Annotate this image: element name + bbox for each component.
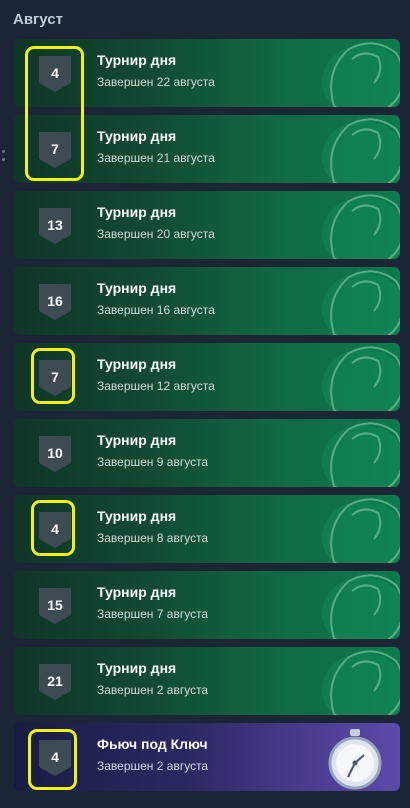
tournament-title: Турнир дня	[97, 356, 177, 372]
highlight-box	[31, 348, 75, 404]
place-number: 10	[47, 444, 63, 461]
place-badge: 15	[39, 588, 71, 624]
boxing-glove-icon	[322, 650, 400, 715]
tournament-title: Турнир дня	[97, 432, 177, 448]
tournament-title: Турнир дня	[97, 280, 177, 296]
boxing-glove-icon	[322, 270, 400, 335]
edge-marker	[2, 158, 5, 161]
tournament-status: Завершен 12 августа	[97, 379, 215, 393]
place-badge: 13	[39, 208, 71, 244]
tournament-title: Турнир дня	[97, 660, 177, 676]
tournament-card[interactable]: 13 Турнир дня Завершен 20 августа	[14, 191, 400, 259]
highlight-box	[25, 46, 84, 181]
tournament-status: Завершен 8 августа	[97, 531, 209, 545]
tournament-status: Завершен 9 августа	[97, 455, 209, 469]
boxing-glove-icon	[322, 574, 400, 639]
highlight-box	[28, 729, 77, 790]
section-title: Август	[13, 11, 63, 28]
boxing-glove-icon	[322, 422, 400, 487]
tournament-status: Завершен 20 августа	[97, 227, 215, 241]
tournament-status: Завершен 16 августа	[97, 303, 215, 317]
boxing-glove-icon	[322, 498, 400, 563]
tournament-card[interactable]: 16 Турнир дня Завершен 16 августа	[14, 267, 400, 335]
boxing-glove-icon	[322, 118, 400, 183]
tournament-title: Фьюч под Ключ	[97, 736, 208, 752]
boxing-glove-icon	[322, 42, 400, 107]
tournament-title: Турнир дня	[97, 204, 177, 220]
tournament-title: Турнир дня	[97, 508, 177, 524]
place-number: 21	[47, 672, 63, 689]
place-badge: 10	[39, 436, 71, 472]
tournament-title: Турнир дня	[97, 52, 177, 68]
stopwatch-icon	[328, 729, 382, 790]
place-badge: 16	[39, 284, 71, 320]
tournament-card[interactable]: 21 Турнир дня Завершен 2 августа	[14, 647, 400, 715]
place-number: 16	[47, 292, 63, 309]
tournament-status: Завершен 2 августа	[97, 683, 209, 697]
boxing-glove-icon	[322, 346, 400, 411]
tournament-status: Завершен 21 августа	[97, 151, 215, 165]
place-number: 15	[47, 596, 63, 613]
place-number: 13	[47, 216, 63, 233]
tournament-card[interactable]: 15 Турнир дня Завершен 7 августа	[14, 571, 400, 639]
place-badge: 21	[39, 664, 71, 700]
boxing-glove-icon	[322, 194, 400, 259]
tournament-title: Турнир дня	[97, 584, 177, 600]
tournament-card[interactable]: 10 Турнир дня Завершен 9 августа	[14, 419, 400, 487]
edge-marker	[2, 150, 5, 153]
tournament-title: Турнир дня	[97, 128, 177, 144]
tournament-status: Завершен 2 августа	[97, 759, 209, 773]
tournament-status: Завершен 22 августа	[97, 75, 215, 89]
tournament-status: Завершен 7 августа	[97, 607, 209, 621]
highlight-box	[31, 500, 75, 556]
